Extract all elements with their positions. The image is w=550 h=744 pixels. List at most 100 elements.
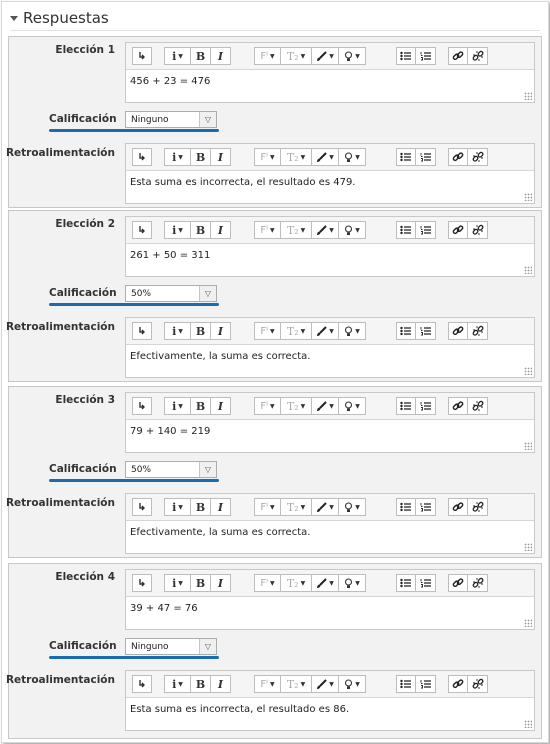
resize-grip-icon[interactable] xyxy=(524,193,532,201)
unlink-icon[interactable] xyxy=(468,148,488,166)
bullet-list-icon[interactable] xyxy=(396,47,416,65)
font-dropdown-button[interactable]: Fᴵ ▼ xyxy=(254,322,281,340)
brush-dropdown-icon[interactable]: ▼ xyxy=(312,322,339,340)
numbered-list-icon[interactable] xyxy=(416,322,436,340)
feedback-text[interactable]: Efectivamente, la suma es correcta. xyxy=(130,351,310,362)
numbered-list-icon[interactable] xyxy=(416,148,436,166)
show-more-icon[interactable] xyxy=(132,397,152,415)
answer-text[interactable]: 456 + 23 = 476 xyxy=(130,76,210,87)
italic-button[interactable]: I xyxy=(211,148,231,166)
text-style-dropdown-button[interactable]: T₂ ▼ xyxy=(281,397,312,415)
text-style-dropdown-button[interactable]: T₂ ▼ xyxy=(281,221,312,239)
font-dropdown-button[interactable]: Fᴵ ▼ xyxy=(254,221,281,239)
resize-grip-icon[interactable] xyxy=(524,720,532,728)
lightbulb-dropdown-icon[interactable]: ▼ xyxy=(339,47,366,65)
brush-dropdown-icon[interactable]: ▼ xyxy=(312,574,339,592)
unlink-icon[interactable] xyxy=(468,47,488,65)
link-icon[interactable] xyxy=(448,221,468,239)
bold-button[interactable]: B xyxy=(191,574,211,592)
italic-button[interactable]: I xyxy=(211,574,231,592)
chevron-down-icon[interactable]: ▽ xyxy=(199,286,216,301)
section-header[interactable]: Respuestas xyxy=(10,8,109,28)
resize-grip-icon[interactable] xyxy=(524,543,532,551)
lightbulb-dropdown-icon[interactable]: ▼ xyxy=(339,322,366,340)
font-dropdown-button[interactable]: Fᴵ ▼ xyxy=(254,498,281,516)
bold-button[interactable]: B xyxy=(191,322,211,340)
resize-grip-icon[interactable] xyxy=(524,92,532,100)
bullet-list-icon[interactable] xyxy=(396,221,416,239)
bullet-list-icon[interactable] xyxy=(396,397,416,415)
numbered-list-icon[interactable] xyxy=(416,47,436,65)
chevron-down-icon[interactable]: ▽ xyxy=(199,462,216,477)
unlink-icon[interactable] xyxy=(468,221,488,239)
text-style-dropdown-button[interactable]: T₂ ▼ xyxy=(281,498,312,516)
info-dropdown-button[interactable]: i ▼ xyxy=(164,498,191,516)
lightbulb-dropdown-icon[interactable]: ▼ xyxy=(339,675,366,693)
info-dropdown-button[interactable]: i ▼ xyxy=(164,221,191,239)
grade-select[interactable]: 50% ▽ xyxy=(125,285,217,302)
brush-dropdown-icon[interactable]: ▼ xyxy=(312,221,339,239)
answer-editor[interactable]: i ▼ B I Fᴵ ▼ T₂ ▼ ▼ ▼ xyxy=(125,569,535,630)
font-dropdown-button[interactable]: Fᴵ ▼ xyxy=(254,574,281,592)
italic-button[interactable]: I xyxy=(211,221,231,239)
link-icon[interactable] xyxy=(448,322,468,340)
brush-dropdown-icon[interactable]: ▼ xyxy=(312,397,339,415)
link-icon[interactable] xyxy=(448,675,468,693)
text-style-dropdown-button[interactable]: T₂ ▼ xyxy=(281,47,312,65)
text-style-dropdown-button[interactable]: T₂ ▼ xyxy=(281,322,312,340)
resize-grip-icon[interactable] xyxy=(524,266,532,274)
italic-button[interactable]: I xyxy=(211,498,231,516)
lightbulb-dropdown-icon[interactable]: ▼ xyxy=(339,498,366,516)
numbered-list-icon[interactable] xyxy=(416,675,436,693)
link-icon[interactable] xyxy=(448,574,468,592)
bullet-list-icon[interactable] xyxy=(396,498,416,516)
font-dropdown-button[interactable]: Fᴵ ▼ xyxy=(254,397,281,415)
text-style-dropdown-button[interactable]: T₂ ▼ xyxy=(281,675,312,693)
bullet-list-icon[interactable] xyxy=(396,574,416,592)
resize-grip-icon[interactable] xyxy=(524,442,532,450)
unlink-icon[interactable] xyxy=(468,675,488,693)
chevron-down-icon[interactable]: ▽ xyxy=(199,112,216,127)
brush-dropdown-icon[interactable]: ▼ xyxy=(312,47,339,65)
grade-select[interactable]: Ninguno ▽ xyxy=(125,638,217,655)
answer-editor[interactable]: i ▼ B I Fᴵ ▼ T₂ ▼ ▼ ▼ xyxy=(125,216,535,277)
font-dropdown-button[interactable]: Fᴵ ▼ xyxy=(254,47,281,65)
bullet-list-icon[interactable] xyxy=(396,675,416,693)
info-dropdown-button[interactable]: i ▼ xyxy=(164,675,191,693)
italic-button[interactable]: I xyxy=(211,322,231,340)
bold-button[interactable]: B xyxy=(191,397,211,415)
lightbulb-dropdown-icon[interactable]: ▼ xyxy=(339,574,366,592)
numbered-list-icon[interactable] xyxy=(416,397,436,415)
show-more-icon[interactable] xyxy=(132,148,152,166)
answer-text[interactable]: 261 + 50 = 311 xyxy=(130,250,210,261)
bold-button[interactable]: B xyxy=(191,47,211,65)
unlink-icon[interactable] xyxy=(468,397,488,415)
link-icon[interactable] xyxy=(448,397,468,415)
info-dropdown-button[interactable]: i ▼ xyxy=(164,322,191,340)
show-more-icon[interactable] xyxy=(132,675,152,693)
collapse-triangle-icon[interactable] xyxy=(10,16,18,21)
brush-dropdown-icon[interactable]: ▼ xyxy=(312,498,339,516)
answer-text[interactable]: 39 + 47 = 76 xyxy=(130,603,198,614)
show-more-icon[interactable] xyxy=(132,498,152,516)
italic-button[interactable]: I xyxy=(211,47,231,65)
link-icon[interactable] xyxy=(448,47,468,65)
lightbulb-dropdown-icon[interactable]: ▼ xyxy=(339,397,366,415)
info-dropdown-button[interactable]: i ▼ xyxy=(164,47,191,65)
resize-grip-icon[interactable] xyxy=(524,367,532,375)
bold-button[interactable]: B xyxy=(191,148,211,166)
grade-select[interactable]: 50% ▽ xyxy=(125,461,217,478)
unlink-icon[interactable] xyxy=(468,574,488,592)
chevron-down-icon[interactable]: ▽ xyxy=(199,639,216,654)
show-more-icon[interactable] xyxy=(132,574,152,592)
numbered-list-icon[interactable] xyxy=(416,498,436,516)
feedback-editor[interactable]: i ▼ B I Fᴵ ▼ T₂ ▼ ▼ ▼ xyxy=(125,317,535,378)
text-style-dropdown-button[interactable]: T₂ ▼ xyxy=(281,148,312,166)
answer-editor[interactable]: i ▼ B I Fᴵ ▼ T₂ ▼ ▼ ▼ xyxy=(125,42,535,103)
grade-select[interactable]: Ninguno ▽ xyxy=(125,111,217,128)
bullet-list-icon[interactable] xyxy=(396,322,416,340)
lightbulb-dropdown-icon[interactable]: ▼ xyxy=(339,148,366,166)
font-dropdown-button[interactable]: Fᴵ ▼ xyxy=(254,675,281,693)
italic-button[interactable]: I xyxy=(211,397,231,415)
feedback-editor[interactable]: i ▼ B I Fᴵ ▼ T₂ ▼ ▼ ▼ xyxy=(125,493,535,554)
